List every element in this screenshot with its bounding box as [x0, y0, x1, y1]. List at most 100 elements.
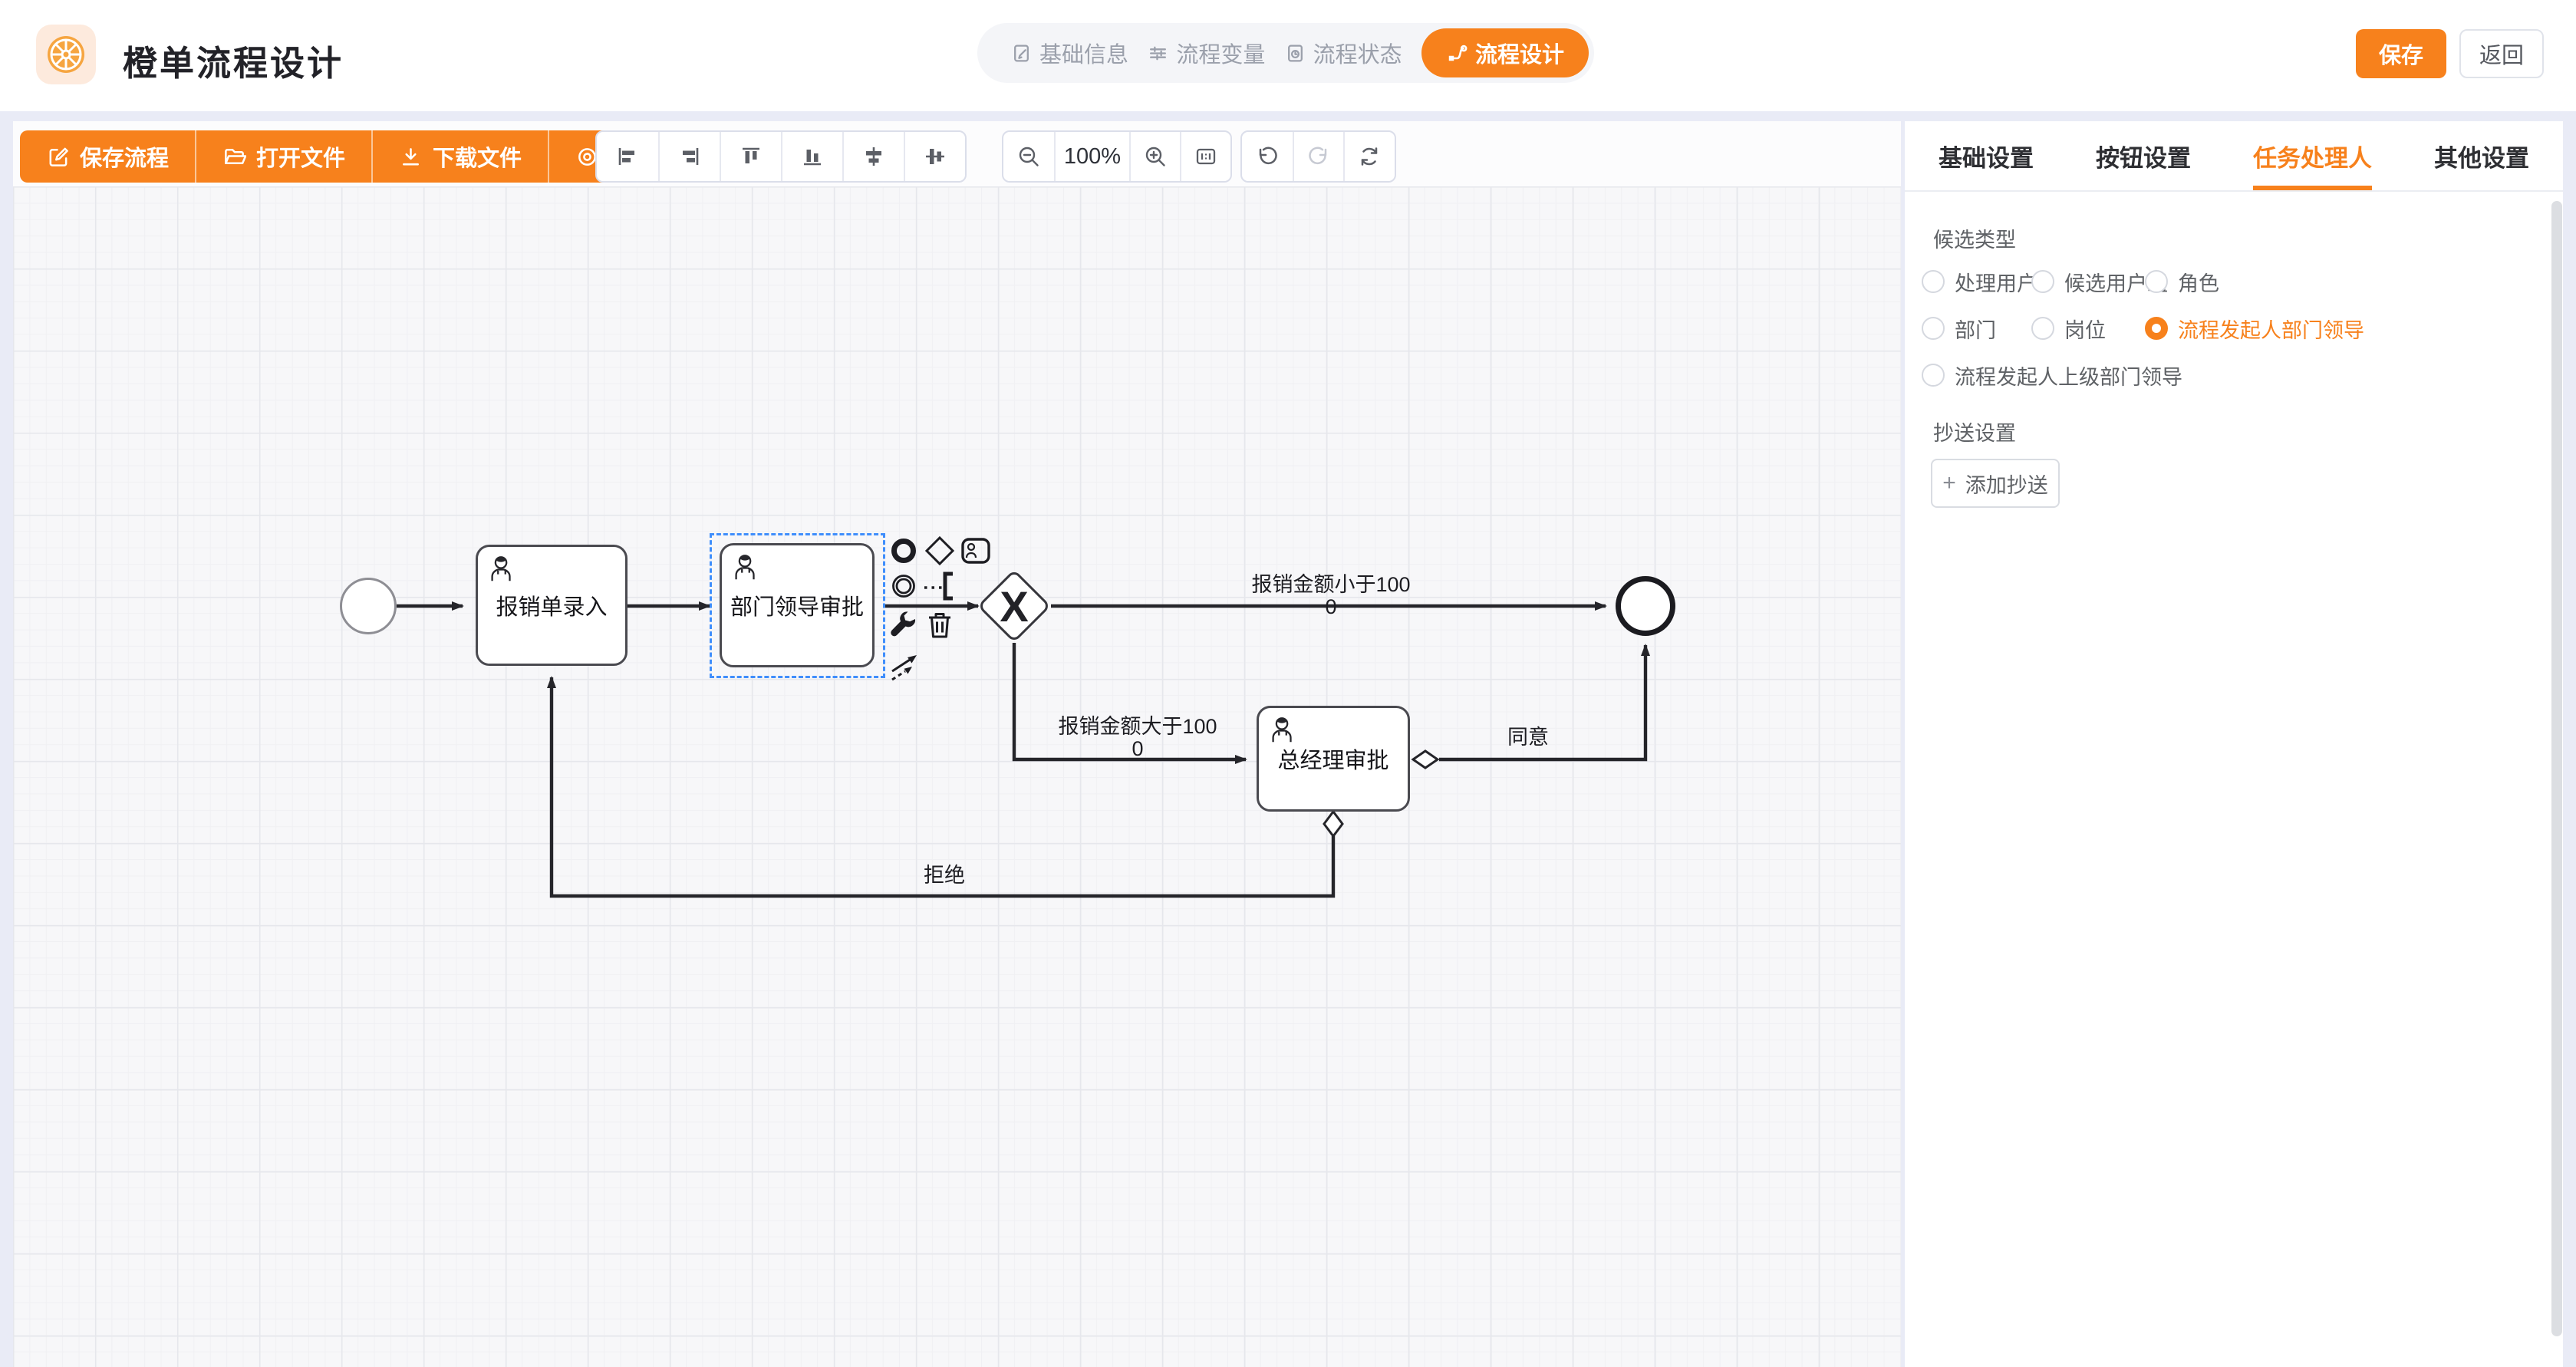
button-label: 保存流程	[80, 140, 169, 173]
edit-square-icon	[46, 145, 70, 169]
start-event-node[interactable]	[340, 578, 397, 634]
properties-panel: 基础设置 按钮设置 任务处理人 其他设置 候选类型 处理用户 候选用户组 角色 …	[1905, 121, 2563, 1367]
tab-process-design[interactable]: 流程设计	[1421, 28, 1589, 77]
delete-trash-button[interactable]	[924, 610, 955, 641]
tab-task-assignee[interactable]: 任务处理人	[2253, 121, 2372, 190]
add-cc-button[interactable]: + 添加抄送	[1931, 459, 2060, 508]
align-left-icon	[615, 144, 640, 169]
flow-label-reject[interactable]: 拒绝	[906, 865, 983, 887]
radio-circle	[2145, 270, 2168, 293]
text-annotation-icon	[922, 571, 967, 601]
open-file-button[interactable]: 打开文件	[195, 130, 371, 183]
conditional-marker-reject	[1324, 812, 1342, 836]
page-title: 橙单流程设计	[123, 35, 344, 85]
zoom-in-icon	[1143, 144, 1168, 169]
selection-outline	[710, 533, 885, 678]
append-intermediate-event-button[interactable]	[888, 571, 919, 601]
align-center-horizontal-icon	[861, 144, 886, 169]
intermediate-event-icon	[888, 571, 919, 601]
save-button[interactable]: 保存	[2356, 29, 2446, 78]
task-entry[interactable]: 报销单录入	[476, 545, 628, 666]
zoom-reset-button[interactable]	[1180, 132, 1230, 181]
app-logo	[36, 25, 96, 84]
connect-tool-button[interactable]	[888, 648, 922, 682]
save-process-button[interactable]: 保存流程	[20, 130, 195, 183]
connect-arrows-icon	[888, 648, 922, 682]
end-event-icon	[888, 535, 919, 566]
add-cc-label: 添加抄送	[1965, 469, 2048, 499]
task-general-manager[interactable]: 总经理审批	[1257, 706, 1410, 812]
align-top-button[interactable]	[720, 132, 781, 181]
append-end-event-button[interactable]	[888, 535, 919, 566]
tab-basic-info[interactable]: 基础信息	[1011, 37, 1128, 69]
panel-tab-bar: 基础设置 按钮设置 任务处理人 其他设置	[1905, 121, 2563, 192]
radio-post[interactable]: 岗位	[2031, 315, 2106, 341]
zoom-tool-group: 100%	[1002, 130, 1232, 183]
zoom-out-icon	[1016, 144, 1041, 169]
tab-label: 流程设计	[1475, 37, 1564, 69]
align-center-vertical-button[interactable]	[904, 132, 965, 181]
radio-handler-user[interactable]: 处理用户	[1922, 268, 2037, 295]
radio-circle	[1922, 317, 1945, 340]
tab-process-variables[interactable]: 流程变量	[1148, 37, 1265, 69]
plus-icon: +	[1942, 472, 1956, 495]
radio-initiator-upper-dept-leader[interactable]: 流程发起人上级部门领导	[1922, 362, 2182, 388]
download-file-button[interactable]: 下载文件	[371, 130, 548, 183]
tab-label: 流程变量	[1176, 37, 1265, 69]
undo-button[interactable]	[1242, 132, 1293, 181]
align-left-button[interactable]	[597, 132, 658, 181]
doc-edit-icon	[1011, 43, 1032, 64]
refresh-button[interactable]	[1343, 132, 1394, 181]
radio-circle	[2031, 270, 2054, 293]
tab-basic-settings[interactable]: 基础设置	[1939, 121, 2034, 190]
radio-circle	[1922, 270, 1945, 293]
user-task-person-icon	[486, 553, 518, 585]
candidate-type-label: 候选类型	[1933, 223, 2016, 253]
zoom-level-value: 100%	[1054, 132, 1129, 181]
append-text-annotation-button[interactable]	[922, 571, 967, 601]
flow-label-agree[interactable]: 同意	[1490, 726, 1566, 749]
tab-other-settings[interactable]: 其他设置	[2434, 121, 2529, 190]
end-event-node[interactable]	[1616, 576, 1675, 636]
align-top-icon	[739, 144, 763, 169]
one-to-one-icon	[1194, 144, 1218, 169]
align-bottom-icon	[800, 144, 825, 169]
radio-department[interactable]: 部门	[1922, 315, 1996, 341]
radio-initiator-dept-leader[interactable]: 流程发起人部门领导	[2145, 315, 2364, 341]
back-button[interactable]: 返回	[2459, 29, 2544, 78]
redo-button[interactable]	[1293, 132, 1343, 181]
align-bottom-button[interactable]	[781, 132, 842, 181]
radio-circle	[2031, 317, 2054, 340]
append-gateway-button[interactable]	[924, 535, 955, 566]
tab-label: 基础信息	[1039, 37, 1128, 69]
change-type-wrench-button[interactable]	[888, 610, 919, 641]
radio-role[interactable]: 角色	[2145, 268, 2219, 295]
cc-settings-label: 抄送设置	[1933, 417, 2016, 446]
panel-scrollbar[interactable]	[2551, 201, 2562, 1336]
download-icon	[399, 145, 423, 169]
tab-button-settings[interactable]: 按钮设置	[2096, 121, 2191, 190]
task-label: 报销单录入	[496, 589, 607, 621]
process-designer-app: 橙单流程设计 基础信息 流程变量 流程状态	[0, 0, 2576, 1367]
flow-label-less-than[interactable]: 报销金额小于100 0	[1216, 574, 1446, 618]
button-label: 打开文件	[256, 140, 345, 173]
align-center-horizontal-button[interactable]	[842, 132, 904, 181]
history-tool-group	[1240, 130, 1396, 183]
undo-icon	[1255, 144, 1280, 169]
user-task-person-icon	[1267, 714, 1299, 746]
orange-slice-icon	[45, 34, 87, 75]
refresh-icon	[1357, 144, 1382, 169]
file-button-group: 保存流程 打开文件 下载文件 预览	[20, 130, 680, 183]
flow-label-greater-than[interactable]: 报销金额大于100 0	[1023, 716, 1253, 760]
conditional-marker-agree	[1413, 751, 1438, 768]
zoom-out-button[interactable]	[1003, 132, 1054, 181]
flow-design-icon	[1446, 42, 1468, 64]
align-right-button[interactable]	[658, 132, 720, 181]
button-label: 下载文件	[433, 140, 522, 173]
flow-connections	[13, 186, 1901, 1367]
redo-icon	[1306, 144, 1331, 169]
zoom-in-button[interactable]	[1129, 132, 1180, 181]
bpmn-canvas[interactable]: 报销金额小于100 0 报销金额大于100 0 同意 拒绝 报销单录入	[13, 186, 1901, 1367]
tab-process-status[interactable]: 流程状态	[1285, 37, 1402, 69]
append-task-button[interactable]	[960, 535, 991, 566]
